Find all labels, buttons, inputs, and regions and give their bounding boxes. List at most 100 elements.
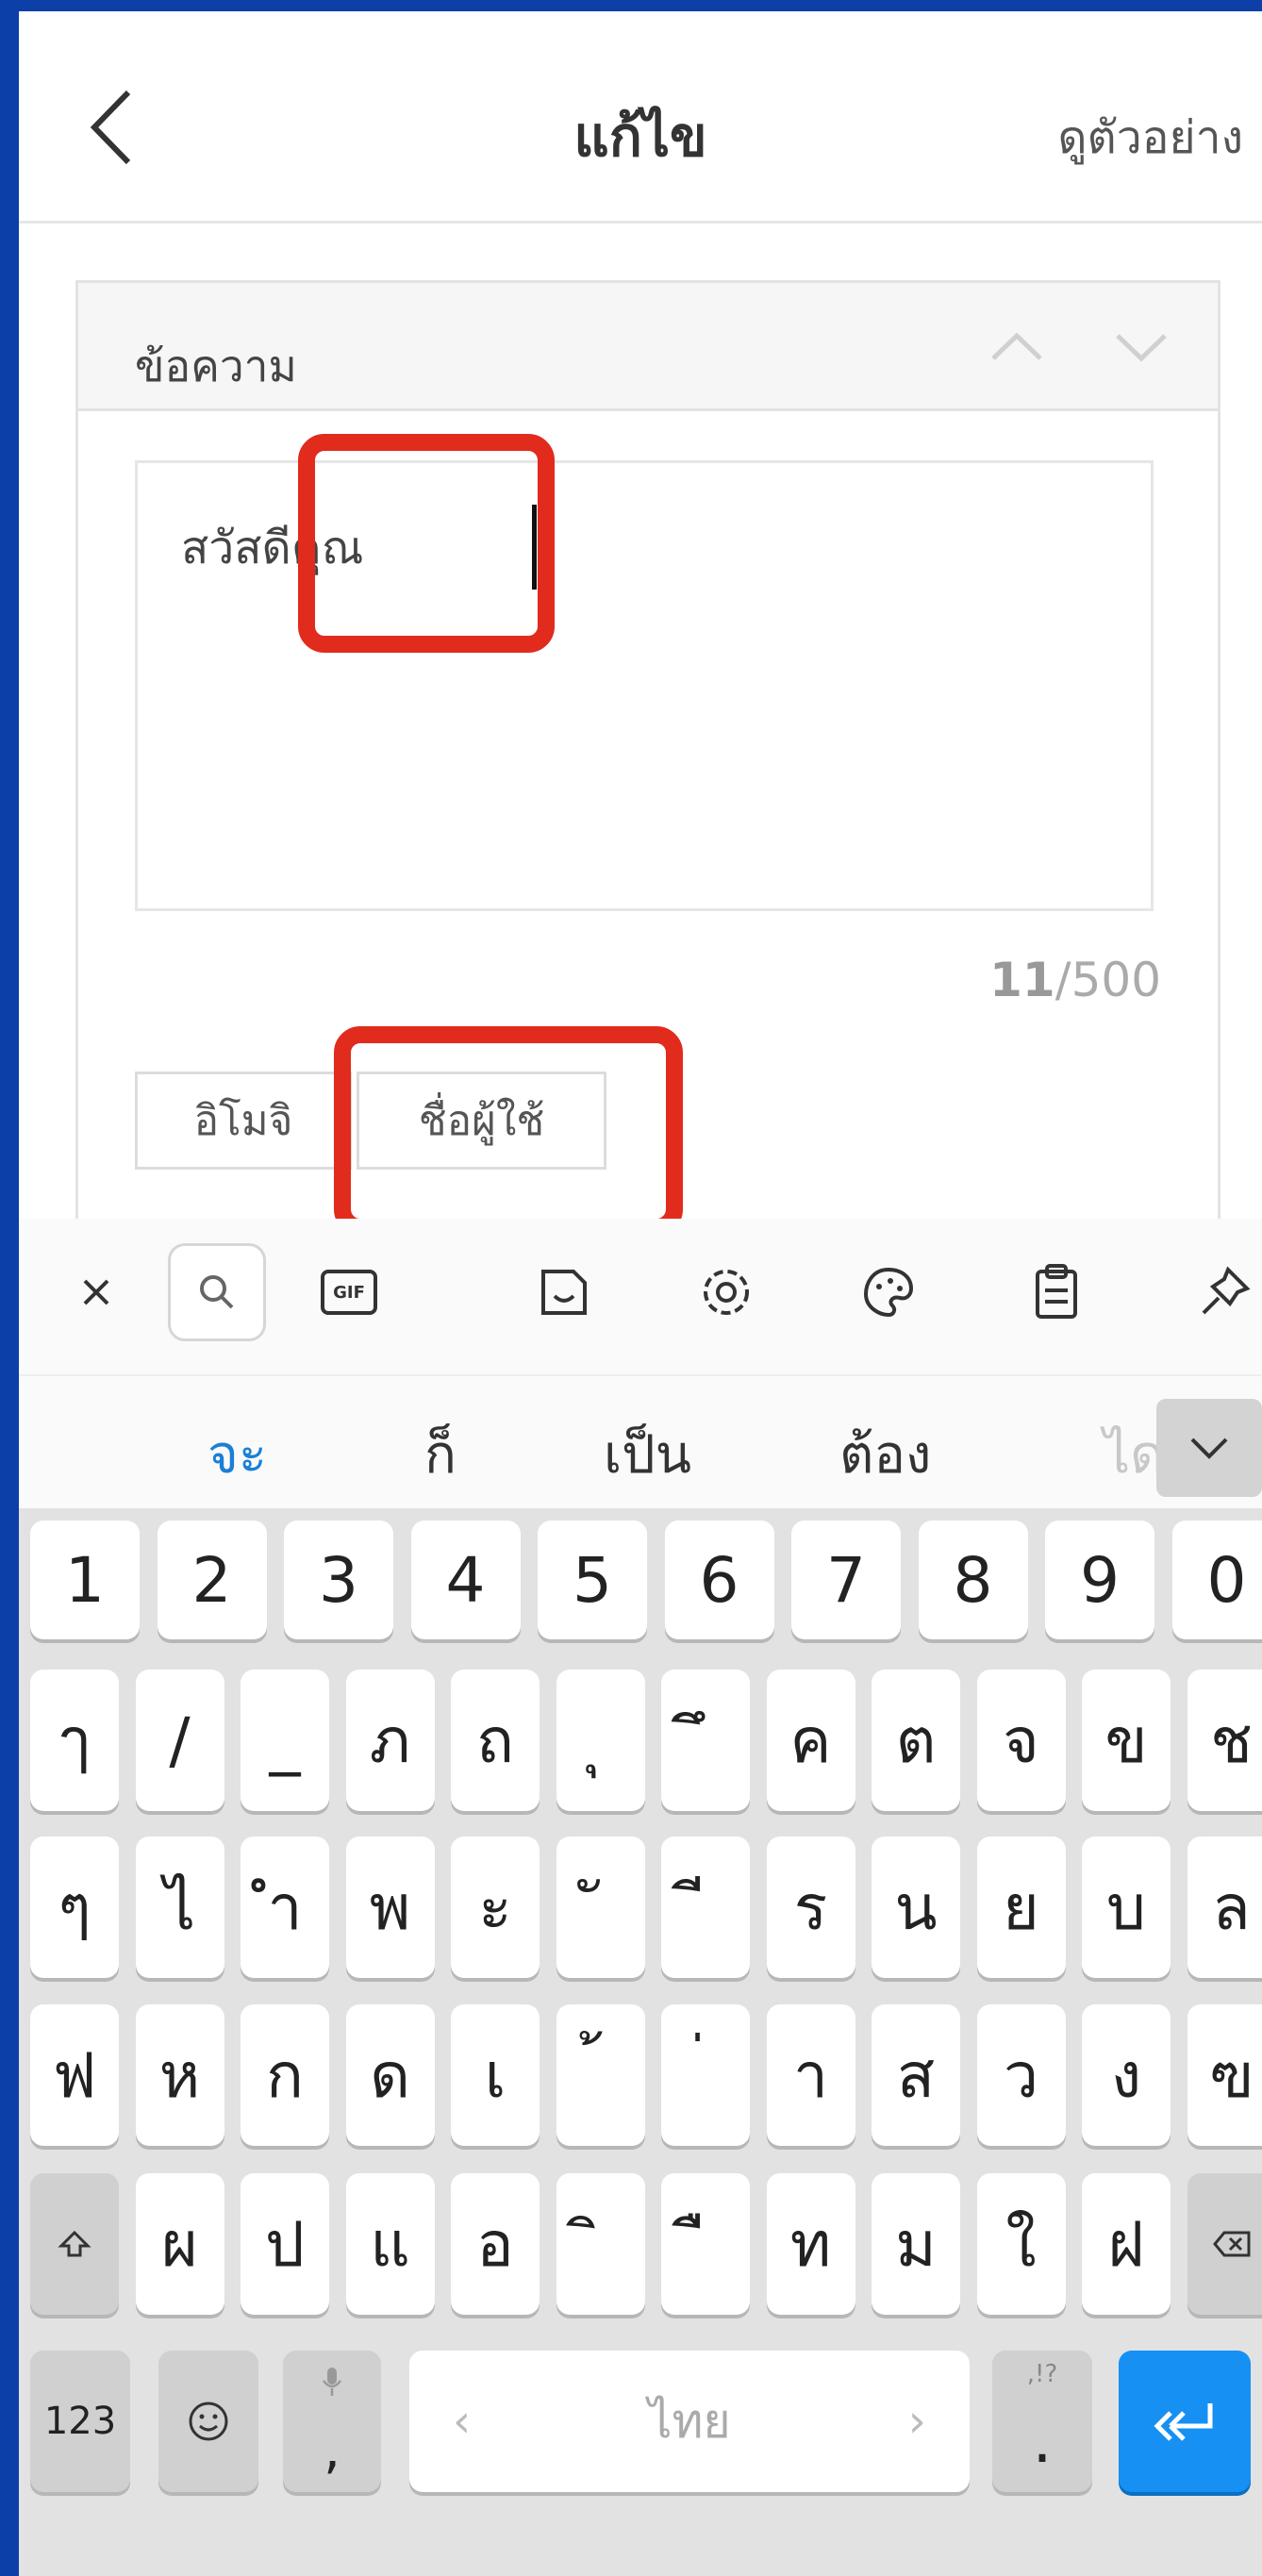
key-row_4-6[interactable]: ท [766, 2173, 855, 2315]
key-row_4-2[interactable]: แ [345, 2173, 435, 2315]
key-1[interactable]: 1 [30, 1521, 140, 1639]
keyboard-search-button[interactable] [168, 1243, 266, 1341]
key-row_1-5[interactable]: ุ [556, 1670, 645, 1811]
suggestions-collapse-button[interactable] [1156, 1399, 1262, 1497]
key-row_3-3[interactable]: ด [345, 2004, 435, 2146]
pin-button[interactable] [1177, 1245, 1262, 1339]
key-row_1-2[interactable]: _ [241, 1670, 329, 1811]
key-row_2-2[interactable]: ำ [241, 1836, 329, 1978]
key-row_1-4[interactable]: ถ [451, 1670, 540, 1811]
key-row_4-5[interactable]: ื [661, 2173, 750, 2315]
key-row_2-6[interactable]: ี [661, 1836, 750, 1978]
backspace-key[interactable] [1187, 2173, 1262, 2315]
key-row_2-8[interactable]: น [872, 1836, 960, 1978]
key-row_3-0[interactable]: ฟ [30, 2004, 119, 2146]
clipboard-button[interactable] [1009, 1245, 1104, 1339]
key-row_1-1[interactable]: / [135, 1670, 224, 1811]
move-up-button[interactable] [984, 323, 1050, 370]
shift-key[interactable] [30, 2173, 119, 2315]
key-row_4-7[interactable]: ม [872, 2173, 960, 2315]
key-3[interactable]: 3 [284, 1521, 393, 1639]
punctuation-key[interactable]: ,!?. [992, 2351, 1092, 2492]
key-row_3-4-label: เ [484, 2038, 506, 2112]
key-2-label: 2 [191, 1543, 232, 1617]
key-row_1-8[interactable]: ต [872, 1670, 960, 1811]
key-row_4-4[interactable]: ิ [556, 2173, 645, 2315]
enter-icon [1154, 2403, 1213, 2441]
key-2[interactable]: 2 [157, 1521, 267, 1639]
key-row_3-11[interactable]: ฃ [1187, 2004, 1262, 2146]
key-row_3-7[interactable]: า [766, 2004, 855, 2146]
key-row_3-1[interactable]: ห [135, 2004, 224, 2146]
keyboard: GIF จะ ก็ เป็น ต้อง ได 1 2 3 4 5 6 7 8 9… [19, 1219, 1262, 2576]
suggestion-4[interactable]: ต้อง [839, 1412, 931, 1496]
key-row_4-1-label: ป [265, 2207, 305, 2281]
key-row_3-5[interactable]: ้ [556, 2004, 645, 2146]
key-row_3-9[interactable]: ว [976, 2004, 1066, 2146]
key-row_2-4[interactable]: ะ [451, 1836, 540, 1978]
key-row_2-10[interactable]: บ [1082, 1836, 1171, 1978]
key-row_1-7[interactable]: ค [766, 1670, 855, 1811]
key-row_1-11[interactable]: ช [1187, 1670, 1262, 1811]
key-row_2-3[interactable]: พ [345, 1836, 435, 1978]
suggestion-1[interactable]: จะ [208, 1412, 267, 1496]
key-row_4-1[interactable]: ป [241, 2173, 329, 2315]
key-9[interactable]: 9 [1045, 1521, 1154, 1639]
emoji-key[interactable] [158, 2351, 258, 2492]
key-row_2-7[interactable]: ร [766, 1836, 855, 1978]
emoji-chip-button[interactable]: อิโมจิ [135, 1072, 352, 1170]
key-row_1-7-label: ค [789, 1703, 832, 1777]
key-row_2-7-label: ร [793, 1870, 828, 1944]
key-row_2-9[interactable]: ย [976, 1836, 1066, 1978]
sticker-button[interactable] [517, 1245, 611, 1339]
settings-button[interactable] [679, 1245, 773, 1339]
space-right-arrow: › [907, 2395, 926, 2448]
key-row_1-9-label: จ [1003, 1703, 1039, 1777]
move-down-button[interactable] [1108, 323, 1174, 370]
space-key[interactable]: ‹ ไทย › [409, 2351, 970, 2492]
key-row_3-4[interactable]: เ [451, 2004, 540, 2146]
numbers-key[interactable]: 123 [30, 2351, 130, 2492]
gear-icon [704, 1270, 749, 1315]
message-textarea[interactable]: สวัสดีคุณ [135, 460, 1154, 911]
key-row_4-8[interactable]: ใ [976, 2173, 1066, 2315]
key-row_3-10[interactable]: ง [1082, 2004, 1171, 2146]
keyboard-close-button[interactable] [49, 1245, 143, 1339]
key-row_1-0[interactable]: ๅ [30, 1670, 119, 1811]
suggestion-2[interactable]: ก็ [424, 1412, 457, 1496]
key-row_1-3[interactable]: ภ [345, 1670, 435, 1811]
key-row_3-8[interactable]: ส [872, 2004, 960, 2146]
key-row_3-6[interactable]: ่ [661, 2004, 750, 2146]
system-nav-bar [19, 2520, 1262, 2576]
key-8[interactable]: 8 [918, 1521, 1028, 1639]
key-row_3-2[interactable]: ก [241, 2004, 329, 2146]
preview-button[interactable]: ดูตัวอย่าง [1057, 102, 1243, 174]
app-header: แก้ไข ดูตัวอย่าง [19, 11, 1262, 224]
key-row_2-5[interactable]: ั [556, 1836, 645, 1978]
key-row_2-1[interactable]: ไ [135, 1836, 224, 1978]
punctuation-label: . [1032, 2403, 1053, 2477]
key-row_4-9[interactable]: ฝ [1082, 2173, 1171, 2315]
enter-key[interactable] [1119, 2351, 1251, 2492]
key-row_4-3[interactable]: อ [451, 2173, 540, 2315]
key-row_3-2-label: ก [266, 2038, 304, 2112]
key-6[interactable]: 6 [664, 1521, 774, 1639]
key-row_1-10[interactable]: ข [1082, 1670, 1171, 1811]
suggestion-3[interactable]: เป็น [604, 1412, 691, 1496]
key-7[interactable]: 7 [791, 1521, 901, 1639]
key-row_1-6[interactable]: ึ [661, 1670, 750, 1811]
key-4[interactable]: 4 [410, 1521, 521, 1639]
pin-icon [1202, 1266, 1251, 1315]
mic-comma-key[interactable]: , [283, 2351, 381, 2492]
suggestion-5[interactable]: ได [1104, 1412, 1165, 1496]
username-chip-button[interactable]: ชื่อผู้ใช้ [357, 1072, 606, 1170]
gif-button[interactable]: GIF [302, 1245, 396, 1339]
key-row_2-4-label: ะ [478, 1870, 512, 1944]
key-row_2-11[interactable]: ล [1187, 1836, 1262, 1978]
key-5[interactable]: 5 [538, 1521, 647, 1639]
key-row_4-0[interactable]: ผ [135, 2173, 224, 2315]
key-row_1-9[interactable]: จ [976, 1670, 1066, 1811]
key-row_2-0[interactable]: ๆ [30, 1836, 119, 1978]
key-0[interactable]: 0 [1171, 1521, 1262, 1639]
theme-button[interactable] [841, 1245, 936, 1339]
